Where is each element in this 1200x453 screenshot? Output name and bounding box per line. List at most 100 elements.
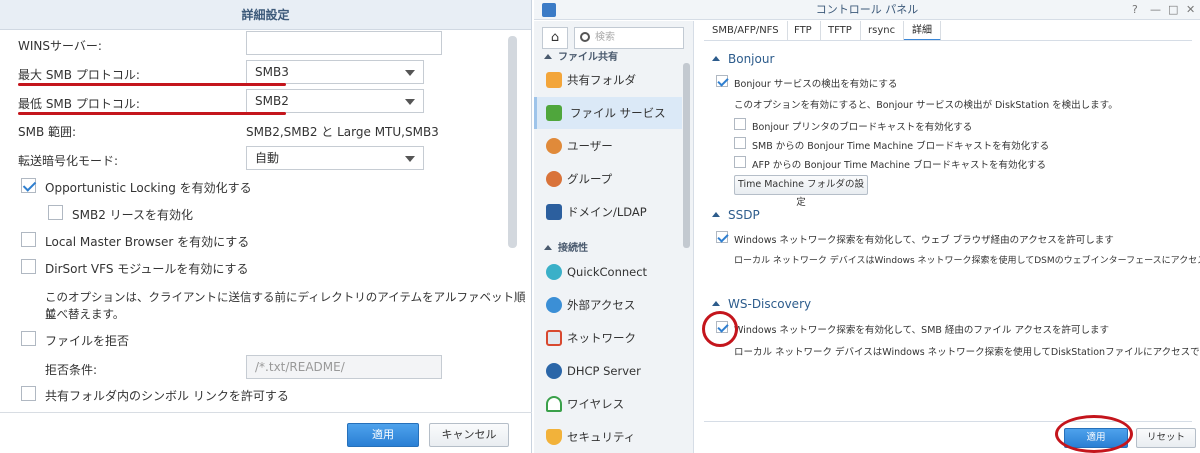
chevron-up-icon (544, 245, 552, 250)
ssdp-enable-checkbox[interactable] (716, 231, 728, 243)
sidebar-item-label: 共有フォルダ (567, 73, 636, 87)
tab-tftp[interactable]: TFTP (820, 21, 861, 41)
bonjour-enable-label: Bonjour サービスの検出を有効にする (734, 79, 898, 90)
shared-folder-icon (546, 72, 562, 88)
tab-advanced[interactable]: 詳細 (904, 21, 941, 41)
sidebar-item-label: ファイル サービス (570, 106, 666, 120)
sidebar-item-group[interactable]: グループ (534, 163, 682, 195)
annotation-underline (18, 112, 286, 115)
sidebar-item-label: ドメイン/LDAP (567, 205, 647, 219)
min-smb-value: SMB2 (255, 94, 289, 108)
bonjour-printer-checkbox[interactable] (734, 118, 746, 130)
window-titlebar: コントロール パネル ? — □ ✕ (534, 0, 1200, 20)
annotation-underline (18, 83, 286, 86)
wins-server-input[interactable] (246, 31, 442, 55)
chevron-up-icon (712, 301, 720, 306)
tab-smb-afp-nfs[interactable]: SMB/AFP/NFS (704, 21, 788, 41)
local-master-browser-label: Local Master Browser を有効にする (45, 235, 250, 249)
section-heading: SSDP (728, 208, 760, 222)
bonjour-smb-tm-checkbox[interactable] (734, 137, 746, 149)
category-file-sharing[interactable]: ファイル共有 (544, 48, 618, 63)
wsd-enable-label: Windows ネットワーク探索を有効化して、SMB 経由のファイル アクセスを… (734, 325, 1109, 336)
smb2-lease-checkbox[interactable] (48, 205, 63, 220)
smb-range-label: SMB 範囲: (18, 125, 77, 139)
sidebar-item-security[interactable]: セキュリティ (534, 421, 682, 453)
tab-rsync[interactable]: rsync (860, 21, 905, 41)
group-icon (546, 171, 562, 187)
veto-files-checkbox[interactable] (21, 331, 36, 346)
section-heading: Bonjour (728, 52, 775, 66)
dhcp-server-icon (546, 363, 562, 379)
close-icon[interactable]: ✕ (1186, 3, 1195, 17)
help-icon[interactable]: ? (1132, 3, 1138, 17)
sidebar-item-shared-folder[interactable]: 共有フォルダ (534, 64, 682, 96)
section-ws-discovery[interactable]: WS-Discovery (712, 297, 811, 311)
advanced-settings-dialog: 詳細設定 WINSサーバー: 最大 SMB プロトコル: SMB3 最低 SMB… (0, 0, 532, 453)
sidebar-item-quickconnect[interactable]: QuickConnect (534, 256, 682, 288)
veto-rule-input[interactable]: /*.txt/README/ (246, 355, 442, 379)
dialog-scrollbar[interactable] (508, 36, 517, 248)
quickconnect-icon (546, 264, 562, 280)
dialog-title: 詳細設定 (0, 0, 531, 30)
tab-ftp[interactable]: FTP (786, 21, 821, 41)
wins-label: WINSサーバー: (18, 39, 102, 53)
veto-files-label: ファイルを拒否 (45, 334, 130, 348)
dirsort-vfs-checkbox[interactable] (21, 259, 36, 274)
sidebar-item-label: QuickConnect (567, 265, 648, 279)
symlink-label: 共有フォルダ内のシンボル リンクを許可する (45, 389, 289, 403)
section-ssdp[interactable]: SSDP (712, 208, 760, 222)
min-smb-select[interactable]: SMB2 (246, 89, 424, 113)
domain-ldap-icon (546, 204, 562, 220)
time-machine-folder-button[interactable]: Time Machine フォルダの設定 (734, 175, 868, 208)
chevron-down-icon (405, 99, 415, 105)
sidebar-item-dhcp-server[interactable]: DHCP Server (534, 355, 682, 387)
cancel-button[interactable]: キャンセル (429, 423, 509, 447)
ssdp-note: ローカル ネットワーク デバイスはWindows ネットワーク探索を使用してDS… (734, 256, 1200, 266)
wsd-note: ローカル ネットワーク デバイスはWindows ネットワーク探索を使用してDi… (734, 347, 1200, 358)
sidebar-item-wireless[interactable]: ワイヤレス (534, 388, 682, 420)
sidebar-item-label: ユーザー (567, 139, 613, 153)
sidebar-item-domain-ldap[interactable]: ドメイン/LDAP (534, 196, 682, 228)
chevron-up-icon (712, 212, 720, 217)
sidebar-item-user[interactable]: ユーザー (534, 130, 682, 162)
user-icon (546, 138, 562, 154)
ssdp-enable-label: Windows ネットワーク探索を有効化して、ウェブ ブラウザ経由のアクセスを許… (734, 235, 1114, 246)
bonjour-enable-checkbox[interactable] (716, 75, 728, 87)
sidebar-item-label: グループ (567, 172, 613, 186)
tab-divider (704, 40, 1192, 41)
window-title: コントロール パネル (815, 3, 919, 16)
section-bonjour[interactable]: Bonjour (712, 52, 774, 66)
chevron-up-icon (544, 54, 552, 59)
sidebar-item-label: セキュリティ (567, 430, 636, 444)
annotation-circle (702, 311, 738, 347)
min-smb-label: 最低 SMB プロトコル: (18, 97, 140, 111)
sidebar: ⌂ 検索 ファイル共有 共有フォルダ ファイル サービス ユーザー グループ ド… (534, 21, 694, 453)
wireless-icon (546, 396, 562, 412)
minimize-icon[interactable]: — (1150, 3, 1161, 17)
apply-button[interactable]: 適用 (347, 423, 419, 447)
smb2-lease-label: SMB2 リースを有効化 (72, 208, 194, 222)
dialog-footer-divider (0, 412, 532, 413)
max-smb-select[interactable]: SMB3 (246, 60, 424, 84)
opportunistic-locking-checkbox[interactable] (21, 178, 36, 193)
sidebar-item-label: ネットワーク (567, 331, 636, 345)
category-connectivity[interactable]: 接続性 (544, 239, 588, 254)
dirsort-note-line2: 並べ替えます。 (45, 307, 125, 321)
transport-encryption-select[interactable]: 自動 (246, 146, 424, 170)
bonjour-afp-tm-label: AFP からの Bonjour Time Machine ブロードキャストを有効… (752, 160, 1047, 171)
symlink-checkbox[interactable] (21, 386, 36, 401)
section-heading: WS-Discovery (728, 297, 812, 311)
network-icon (546, 330, 562, 346)
veto-rule-label: 拒否条件: (45, 363, 98, 377)
reset-button[interactable]: リセット (1136, 428, 1196, 448)
search-input[interactable]: 検索 (574, 27, 684, 49)
sidebar-item-external-access[interactable]: 外部アクセス (534, 289, 682, 321)
sidebar-item-file-services[interactable]: ファイル サービス (534, 97, 682, 129)
sidebar-item-network[interactable]: ネットワーク (534, 322, 682, 354)
maximize-icon[interactable]: □ (1168, 3, 1178, 17)
transport-encryption-value: 自動 (255, 151, 280, 165)
bonjour-afp-tm-checkbox[interactable] (734, 156, 746, 168)
local-master-browser-checkbox[interactable] (21, 232, 36, 247)
sidebar-scrollbar[interactable] (683, 63, 690, 248)
home-icon[interactable]: ⌂ (542, 27, 568, 49)
